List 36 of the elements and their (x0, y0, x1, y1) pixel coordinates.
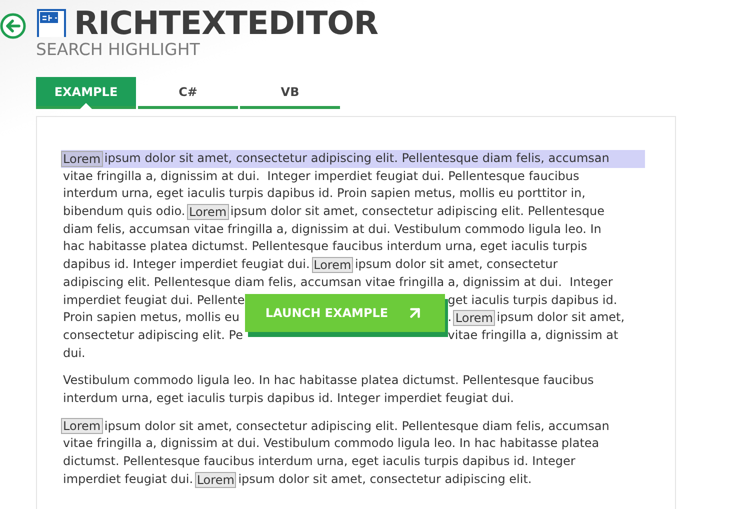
body-text: vitae fringilla a, dignissim at dui. Integer imperdiet feugiat dui. Pellentesque faucibus (63, 168, 580, 185)
text-editor-icon (36, 8, 67, 38)
page-subtitle: SEARCH HIGHLIGHT (36, 40, 201, 60)
body-text: ipsum dolor sit amet, consectetur (354, 256, 558, 274)
body-text: diam felis, accumsan vitae fringilla a, dignissim at dui. Vestibulum commodo ligula leo. In (63, 220, 602, 238)
body-text: dui. (63, 344, 86, 362)
body-text: imperdiet feugiat dui. Pellente (63, 292, 245, 308)
search-match: Lorem (186, 204, 229, 220)
body-text: bibendum quis odio. (63, 203, 186, 220)
page-title: RICHTEXTEDITOR (74, 4, 378, 42)
body-text: interdum urna, eget iaculis turpis dapibus id. Integer imperdiet feugiat dui. (63, 390, 514, 407)
body-text: dapibus id. Integer imperdiet feugiat dui. (63, 256, 311, 274)
body-text: hac habitasse platea dictumst. Pellentesque faucibus interdum urna, eget iaculis turpis (63, 238, 588, 256)
body-text: Vestibulum commodo ligula leo. In hac habitasse platea dictumst. Pellentesque faucibus (63, 372, 594, 390)
body-text: ipsum dolor sit amet, consectetur adipiscing elit. Pellentesque (229, 203, 604, 220)
body-text: vitae fringilla a, dignissim at dui. Vestibulum commodo ligula leo. In hac habitasse platea (63, 435, 600, 452)
body-text: ipsum dolor sit amet, consectetur adipiscing elit. Pellentesque diam felis, accumsan (103, 150, 610, 167)
body-text: Proin sapien metus, mollis eu (63, 309, 240, 326)
body-text: ipsum dolor sit amet, (496, 309, 625, 326)
tab[interactable]: VB (240, 77, 340, 109)
search-match: Lorem (453, 310, 495, 326)
body-text: adipiscing elit. Pellentesque diam felis, accumsan vitae fringilla a, dignissim at dui. Integer (63, 274, 613, 291)
search-match: Lorem (61, 418, 103, 434)
body-text: vitae fringilla a, dignissim at (448, 326, 618, 344)
body-text: ipsum dolor sit amet, consectetur adipiscing elit. Pellentesque diam felis, accumsan (103, 418, 610, 435)
search-match: Lorem (312, 256, 354, 273)
search-match: Lorem (61, 150, 103, 167)
tab[interactable]: C# (138, 77, 238, 109)
body-text: imperdiet feugiat dui. (63, 470, 194, 488)
body-text: interdum urna, eget iaculis turpis dapibus id. Proin sapien metus, mollis eu porttitor in, (63, 185, 586, 202)
search-match: Lorem (194, 472, 236, 488)
body-text: consectetur adipiscing elit. Pe (63, 326, 243, 344)
body-text: . (448, 309, 453, 326)
body-text: ipsum dolor sit amet, consectetur adipiscing elit. (237, 470, 532, 488)
body-text: dictumst. Pellentesque faucibus interdum urna, eget iaculis turpis dapibus id. Integer (63, 453, 576, 470)
body-text: get iaculis turpis dapibus id. (448, 292, 618, 308)
